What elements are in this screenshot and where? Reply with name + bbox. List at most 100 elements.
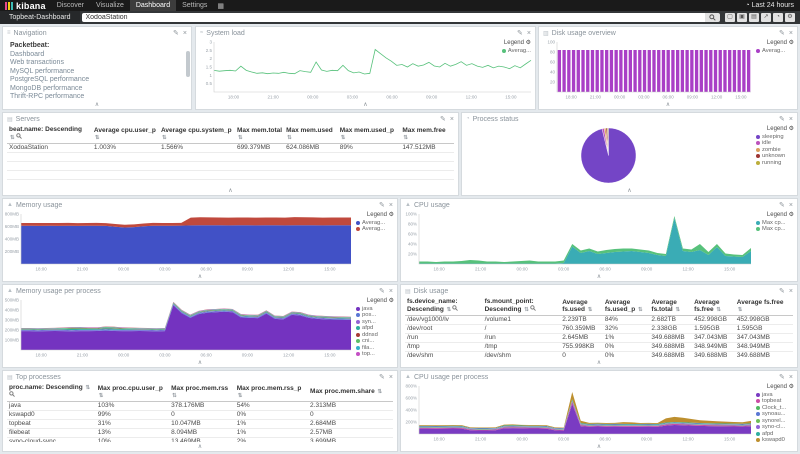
search-icon[interactable]: [530, 305, 536, 311]
sort-icon[interactable]: ⇅: [238, 135, 243, 141]
column-header[interactable]: Max proc.cpu.user_p ⇅: [96, 384, 169, 401]
nav-link[interactable]: MySQL performance: [10, 68, 184, 75]
sort-icon[interactable]: ⇅: [341, 135, 346, 141]
close-panel-icon[interactable]: ×: [789, 374, 793, 381]
panel-header[interactable]: ▤ Servers ✎×: [3, 113, 458, 125]
sort-icon[interactable]: ⇅: [676, 307, 681, 313]
options-gear-icon[interactable]: ⚙: [785, 13, 795, 22]
collapse-caret[interactable]: ∧: [627, 188, 631, 194]
close-panel-icon[interactable]: ×: [789, 202, 793, 209]
column-header[interactable]: Max proc.mem.rss_p ⇅: [235, 384, 308, 401]
edit-panel-icon[interactable]: ✎: [779, 288, 785, 295]
edit-panel-icon[interactable]: ✎: [379, 374, 385, 381]
nav-settings[interactable]: Settings: [176, 0, 213, 11]
close-panel-icon[interactable]: ×: [789, 30, 793, 37]
panel-header[interactable]: ▤ Top processes ✎×: [3, 371, 397, 383]
sort-icon[interactable]: ⇅: [378, 389, 383, 395]
sort-icon[interactable]: ⇅: [738, 307, 743, 313]
close-panel-icon[interactable]: ×: [183, 30, 187, 37]
sort-icon[interactable]: ⇅: [86, 385, 91, 391]
panel-header[interactable]: ▲ CPU usage per process ✎×: [401, 371, 797, 383]
legend-item[interactable]: Averag...: [756, 48, 794, 55]
nav-link[interactable]: MongoDB performance: [10, 85, 184, 92]
column-header[interactable]: Max proc.mem.share ⇅: [308, 387, 393, 396]
legend-header[interactable]: Legend ⚙: [356, 212, 394, 219]
panel-header[interactable]: ≈ System load ✎×: [196, 27, 535, 39]
edit-panel-icon[interactable]: ✎: [379, 202, 385, 209]
new-dashboard-icon[interactable]: ▢: [725, 13, 735, 22]
close-panel-icon[interactable]: ×: [389, 288, 393, 295]
sort-icon[interactable]: ⇅: [95, 135, 100, 141]
column-header[interactable]: fs.device_name: Descending ⇅: [405, 297, 483, 315]
edit-panel-icon[interactable]: ✎: [779, 374, 785, 381]
collapse-caret[interactable]: ∧: [228, 188, 232, 194]
legend-item[interactable]: running: [756, 160, 794, 167]
collapse-caret[interactable]: ∧: [597, 360, 601, 366]
column-header[interactable]: Average fs.used_p ⇅: [603, 298, 650, 315]
legend-header[interactable]: Legend ⚙: [756, 212, 794, 219]
share-icon[interactable]: ↗: [761, 13, 771, 22]
legend-header[interactable]: Legend ⚙: [756, 126, 794, 133]
sort-icon[interactable]: ⇅: [172, 393, 177, 399]
collapse-caret[interactable]: ∧: [198, 444, 202, 450]
close-panel-icon[interactable]: ×: [789, 288, 793, 295]
column-header[interactable]: proc.name: Descending ⇅: [7, 383, 96, 401]
edit-panel-icon[interactable]: ✎: [779, 116, 785, 123]
nav-visualize[interactable]: Visualize: [90, 0, 130, 11]
legend-header[interactable]: Legend ⚙: [502, 40, 531, 47]
close-panel-icon[interactable]: ×: [789, 116, 793, 123]
collapse-caret[interactable]: ∧: [363, 102, 367, 108]
panel-header[interactable]: ▲ Memory usage per process ✎×: [3, 285, 397, 297]
scrollbar-thumb[interactable]: [186, 51, 190, 77]
panel-header[interactable]: ◔ Process status ✎×: [462, 113, 797, 125]
search-icon[interactable]: [16, 133, 22, 139]
column-header[interactable]: fs.mount_point: Descending ⇅: [483, 297, 561, 315]
sort-icon[interactable]: ⇅: [588, 307, 593, 313]
search-icon[interactable]: [452, 305, 458, 311]
collapse-caret[interactable]: ∧: [198, 360, 202, 366]
column-header[interactable]: Average cpu.user_p ⇅: [92, 126, 159, 143]
edit-panel-icon[interactable]: ✎: [517, 30, 523, 37]
column-header[interactable]: Max proc.mem.rss ⇅: [169, 384, 235, 401]
collapse-caret[interactable]: ∧: [597, 444, 601, 450]
close-panel-icon[interactable]: ×: [389, 202, 393, 209]
column-header[interactable]: Max mem.total ⇅: [235, 126, 284, 143]
panel-header[interactable]: ▤ Disk usage ✎×: [401, 285, 797, 297]
legend-header[interactable]: Legend ⚙: [356, 298, 394, 305]
query-input[interactable]: [82, 13, 706, 22]
legend-item[interactable]: Max cp...: [756, 226, 794, 233]
apps-grid-icon[interactable]: ▦: [213, 2, 228, 10]
nav-link[interactable]: Dashboard: [10, 51, 184, 58]
kibana-logo[interactable]: kibana: [0, 0, 51, 11]
column-header[interactable]: Average fs.free ⇅: [692, 298, 735, 315]
column-header[interactable]: Max mem.used_p ⇅: [338, 126, 401, 143]
save-dashboard-icon[interactable]: ▣: [737, 13, 747, 22]
dashboard-tab[interactable]: Topbeat-Dashboard: [0, 11, 80, 24]
nav-link[interactable]: Thrift-RPC performance: [10, 93, 184, 100]
column-header[interactable]: Max mem.used ⇅: [284, 126, 338, 143]
column-header[interactable]: Average fs.free ⇅: [735, 298, 793, 315]
column-header[interactable]: Max mem.free ⇅: [400, 126, 454, 143]
column-header[interactable]: Average fs.used ⇅: [560, 298, 603, 315]
time-picker[interactable]: ◔ Last 24 hours: [745, 2, 800, 9]
sort-icon[interactable]: ⇅: [638, 307, 643, 313]
nav-dashboard[interactable]: Dashboard: [130, 0, 176, 11]
sort-icon[interactable]: ⇅: [99, 393, 104, 399]
edit-panel-icon[interactable]: ✎: [779, 202, 785, 209]
panel-header[interactable]: ▲ CPU usage ✎×: [401, 199, 797, 211]
sort-icon[interactable]: ⇅: [238, 393, 243, 399]
collapse-caret[interactable]: ∧: [198, 274, 202, 280]
column-header[interactable]: Average cpu.system_p ⇅: [159, 126, 235, 143]
sort-icon[interactable]: ⇅: [524, 307, 529, 313]
panel-header[interactable]: ▲ Memory usage ✎×: [3, 199, 397, 211]
panel-header[interactable]: ≡ Navigation ✎×: [3, 27, 191, 39]
legend-item[interactable]: Averag...: [502, 48, 531, 55]
edit-panel-icon[interactable]: ✎: [379, 288, 385, 295]
legend-item[interactable]: Averag...: [356, 226, 394, 233]
collapse-caret[interactable]: ∧: [95, 102, 99, 108]
column-header[interactable]: Average fs.total ⇅: [649, 298, 692, 315]
search-button[interactable]: [705, 13, 720, 22]
nav-link[interactable]: PostgreSQL performance: [10, 76, 184, 83]
edit-panel-icon[interactable]: ✎: [779, 30, 785, 37]
edit-panel-icon[interactable]: ✎: [440, 116, 446, 123]
